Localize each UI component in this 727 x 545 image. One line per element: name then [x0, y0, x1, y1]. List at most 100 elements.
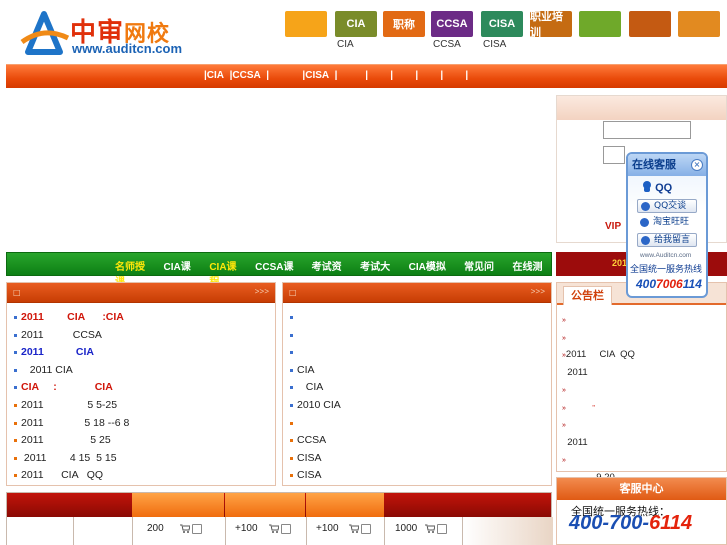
floating-service-widget: 在线客服 × QQ QQ交谈 淘宝旺旺 给我留言 www.Auditcn.com… [626, 152, 708, 298]
category-bar: 名师授课CIA课程CIA课程CCSA课程考试资讯考试大纲CIA模拟题常见问题在线… [6, 252, 552, 288]
notice-item[interactable]: » [562, 311, 726, 329]
notice-item-text: 2011 [562, 366, 588, 378]
news-item[interactable]: CCSA [290, 432, 551, 450]
news-panel-right: □ >>> CIA CIA 2010 CIA CCSA CISA CISA [282, 282, 552, 486]
main-nav-item[interactable]: | [261, 70, 297, 81]
username-input[interactable] [603, 121, 691, 139]
cisa-icon[interactable]: CISA [481, 11, 523, 37]
price-value: +100 [235, 523, 258, 534]
password-input[interactable] [603, 146, 625, 164]
main-nav-item[interactable]: | [460, 70, 468, 81]
site-logo[interactable]: 中审网校 www.auditcn.com [18, 8, 198, 60]
title-icon[interactable]: 职称 [383, 11, 425, 37]
home-icon[interactable] [285, 11, 327, 37]
cisa-caption: CISA [483, 39, 507, 50]
vip-link[interactable]: VIP [605, 221, 621, 232]
news-item[interactable] [290, 327, 551, 345]
news-item[interactable]: 2011 5 5-25 [14, 397, 275, 415]
cia-icon[interactable]: CIA [335, 11, 377, 37]
price-cell [73, 517, 132, 545]
notice-item[interactable]: » " [562, 399, 726, 417]
main-nav: |CIA |CCSA | |CISA | | | | | | [6, 64, 727, 88]
price-table: 200 +100 +100 1000 [6, 492, 553, 545]
news-item[interactable]: CISA [290, 467, 551, 485]
news-item[interactable]: 2011 CIA [14, 362, 275, 380]
main-nav-item[interactable]: |CIA [204, 70, 224, 81]
news-item[interactable] [290, 415, 551, 433]
main-nav-item[interactable]: | [410, 70, 435, 81]
news-item[interactable]: 2011 5 25 [14, 432, 275, 450]
notice-item[interactable]: » [562, 381, 726, 399]
floating-hotline-label: 全国统一服务热线 [630, 265, 703, 275]
select-checkbox[interactable] [192, 524, 202, 534]
news-item[interactable]: CIA [290, 379, 551, 397]
notice-item[interactable]: » [562, 416, 726, 434]
notice-mark: " [592, 404, 595, 412]
news-item[interactable]: 2011 CIA [14, 344, 275, 362]
news-panel-left: □ >>> 2011 CIA :CIA 2011 CCSA 2011 CIA 201… [6, 282, 276, 486]
cart-icon[interactable] [180, 524, 190, 533]
price-value: 1000 [395, 523, 418, 534]
select-checkbox[interactable] [281, 524, 291, 534]
cart-icon[interactable] [678, 11, 720, 37]
notice-item[interactable]: » [562, 451, 726, 469]
qq-chat-button[interactable]: QQ交谈 [637, 199, 697, 213]
pencil-icon[interactable] [579, 11, 621, 37]
price-header-cell [306, 493, 384, 517]
more-link[interactable]: >>> [531, 288, 545, 297]
notice-item[interactable]: »2011 CIA QQ [562, 346, 726, 364]
ccsa-caption: CCSA [433, 39, 461, 50]
book-icon[interactable] [629, 11, 671, 37]
panel-header-dot: □ [13, 288, 21, 297]
news-item[interactable]: CISA [290, 450, 551, 468]
main-nav-item[interactable]: | [360, 70, 385, 81]
main-nav-item[interactable]: | [435, 70, 460, 81]
red-strip-text: 201 [612, 258, 628, 268]
cart-icon[interactable] [269, 524, 279, 533]
price-header-cell [225, 493, 305, 517]
news-item[interactable]: 2011 4 15 5 15 [14, 450, 275, 468]
service-phone: 400-700-6114 [569, 512, 693, 534]
main-nav-item[interactable]: |CCSA [224, 70, 261, 81]
cart-icon[interactable] [425, 524, 435, 533]
notice-tab[interactable]: 公告栏 [563, 286, 612, 305]
main-nav-item[interactable]: | [329, 70, 360, 81]
floating-service-header: 在线客服 × [628, 154, 706, 176]
taobao-wangwang-button[interactable]: 淘宝旺旺 [637, 216, 697, 230]
login-header [557, 96, 726, 120]
news-item[interactable] [290, 344, 551, 362]
notice-item[interactable]: 2011 [562, 364, 726, 382]
ccsa-icon[interactable]: CCSA [431, 11, 473, 37]
close-icon[interactable]: × [691, 159, 703, 171]
news-item[interactable] [290, 309, 551, 327]
floating-phone: 4007006114 [636, 277, 702, 291]
arrow-icon: » [562, 422, 566, 429]
qq-label: QQ [642, 181, 672, 194]
panel-header: □ >>> [283, 283, 551, 303]
news-item[interactable]: 2011 CIA :CIA [14, 309, 275, 327]
select-checkbox[interactable] [361, 524, 371, 534]
leave-message-button[interactable]: 给我留言 [637, 233, 697, 247]
news-item[interactable]: 2011 CCSA [14, 327, 275, 345]
notice-item-text [566, 402, 592, 413]
news-item[interactable]: 2011 5 18 --6 8 [14, 415, 275, 433]
notice-item-text: 2011 [562, 436, 588, 448]
select-checkbox[interactable] [437, 524, 447, 534]
arrow-icon: » [562, 334, 566, 342]
news-item[interactable]: 2011 CIA QQ [14, 467, 275, 485]
news-item[interactable]: 2010 CIA [290, 397, 551, 415]
banner-area [6, 94, 550, 249]
floating-url: www.Auditcn.com [640, 252, 692, 259]
main-nav-item[interactable]: | [385, 70, 410, 81]
price-cell [132, 517, 225, 545]
notice-item[interactable]: » [562, 329, 726, 347]
news-item[interactable]: CIA : CIA [14, 379, 275, 397]
training-icon[interactable]: 职业培训 [530, 11, 572, 39]
panel-header-dot: □ [289, 288, 297, 297]
more-link[interactable]: >>> [255, 288, 269, 297]
notice-item[interactable]: 2011 [562, 434, 726, 452]
main-nav-item[interactable]: |CISA [297, 70, 329, 81]
news-item[interactable]: CIA [290, 362, 551, 380]
qq-icon [643, 181, 651, 192]
cart-icon[interactable] [349, 524, 359, 533]
